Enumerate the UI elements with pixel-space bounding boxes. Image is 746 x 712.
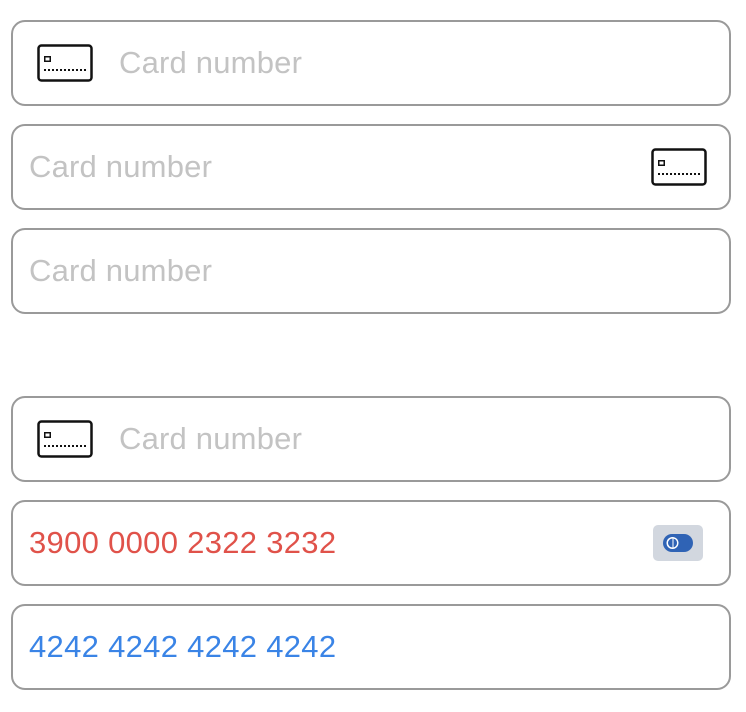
diners-club-brand-icon [653, 525, 703, 561]
card-number-field-leading-icon[interactable] [11, 20, 731, 106]
card-number-field-leading-icon[interactable] [11, 396, 731, 482]
card-number-field-no-icon[interactable] [11, 228, 731, 314]
card-number-field-invalid[interactable]: 3900 0000 2322 3232 [11, 500, 731, 586]
card-outline-icon [37, 44, 93, 82]
card-number-value[interactable]: 4242 4242 4242 4242 [29, 629, 707, 665]
card-outline-icon [37, 420, 93, 458]
card-number-input[interactable] [29, 253, 707, 289]
card-number-value[interactable]: 3900 0000 2322 3232 [29, 525, 653, 561]
card-number-input[interactable] [119, 45, 707, 81]
card-number-input[interactable] [119, 421, 707, 457]
card-outline-icon [651, 148, 707, 186]
card-number-field-valid[interactable]: 4242 4242 4242 4242 [11, 604, 731, 690]
card-number-input[interactable] [29, 149, 651, 185]
card-number-field-trailing-icon[interactable] [11, 124, 731, 210]
